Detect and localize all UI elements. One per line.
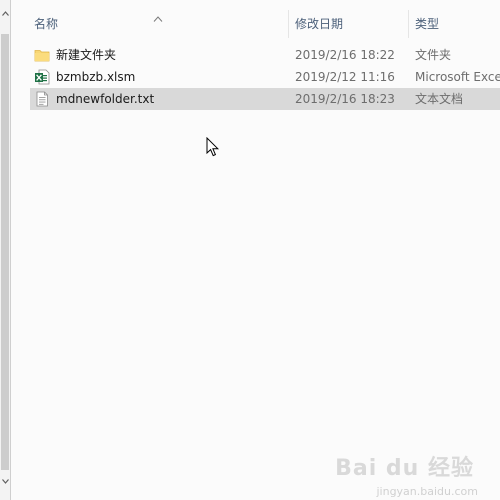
navigation-pane-scrollbar[interactable] <box>0 0 11 500</box>
file-date: 2019/2/16 18:23 <box>295 92 395 106</box>
file-name: bzmbzb.xlsm <box>56 70 136 84</box>
mouse-pointer-icon <box>206 136 220 158</box>
file-type: 文本文档 <box>415 92 464 106</box>
scroll-down-arrow-icon[interactable] <box>0 476 11 486</box>
watermark-logo: Bai du 经验 <box>335 456 474 481</box>
excel-file-icon <box>34 69 50 85</box>
column-divider[interactable] <box>288 10 289 38</box>
scrollbar-thumb[interactable] <box>1 34 9 470</box>
file-name: 新建文件夹 <box>56 48 117 62</box>
file-row-xlsm[interactable]: bzmbzb.xlsm 2019/2/12 11:16 Microsoft Ex… <box>30 66 500 88</box>
file-explorer-window: 名称 修改日期 类型 新建文件夹 2019/2/16 18:22 文件夹 bzm… <box>0 0 500 500</box>
file-row-folder[interactable]: 新建文件夹 2019/2/16 18:22 文件夹 <box>30 44 500 66</box>
file-row-txt[interactable]: mdnewfolder.txt 2019/2/16 18:23 文本文档 <box>30 88 500 110</box>
scroll-up-arrow-icon[interactable] <box>0 8 11 18</box>
file-date: 2019/2/16 18:22 <box>295 48 395 62</box>
file-name: mdnewfolder.txt <box>56 92 155 106</box>
column-header-name[interactable]: 名称 <box>34 10 284 38</box>
column-divider[interactable] <box>408 10 409 38</box>
folder-icon <box>34 47 50 63</box>
watermark-url: jingyan.baidu.com <box>376 485 478 498</box>
file-date: 2019/2/12 11:16 <box>295 70 395 84</box>
file-type: Microsoft Excel <box>415 70 500 84</box>
column-header-type[interactable]: 类型 <box>415 10 500 38</box>
text-file-icon <box>34 91 50 107</box>
column-header-bar: 名称 修改日期 类型 <box>30 10 500 38</box>
column-header-date[interactable]: 修改日期 <box>295 10 405 38</box>
file-type: 文件夹 <box>415 48 452 62</box>
